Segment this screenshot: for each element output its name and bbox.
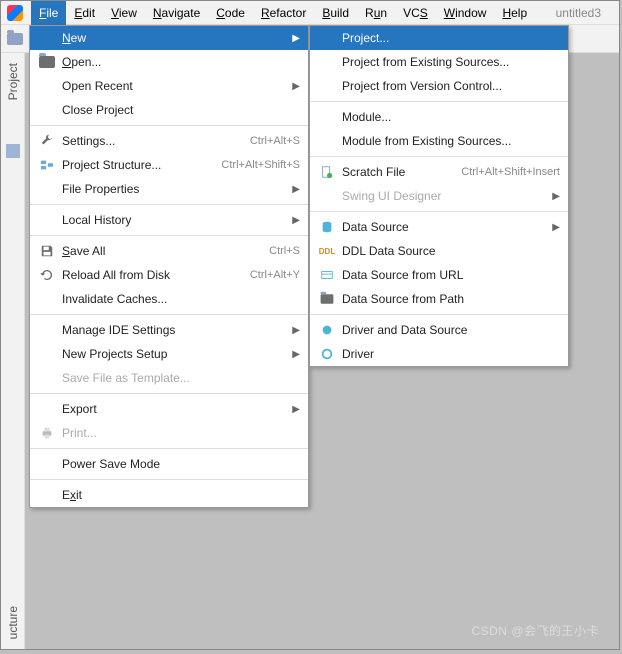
submenu-item-module-existing[interactable]: Module from Existing Sources... <box>310 129 568 153</box>
separator <box>310 101 568 102</box>
menu-item-local-history[interactable]: Local History ▶ <box>30 208 308 232</box>
chevron-right-icon: ▶ <box>292 404 300 415</box>
menu-item-open-recent[interactable]: Open Recent ▶ <box>30 74 308 98</box>
chevron-right-icon: ▶ <box>552 191 560 202</box>
ide-window: File Edit View Navigate Code Refactor Bu… <box>0 0 620 650</box>
left-sidebar: Project ucture <box>1 53 25 649</box>
chevron-right-icon: ▶ <box>292 325 300 336</box>
menu-help[interactable]: Help <box>494 1 535 25</box>
separator <box>310 211 568 212</box>
watermark: CSDN @会飞的王小卡 <box>471 622 599 639</box>
folder-icon <box>321 294 334 304</box>
separator <box>30 204 308 205</box>
menu-item-project-structure[interactable]: Project Structure... Ctrl+Alt+Shift+S <box>30 153 308 177</box>
menu-build[interactable]: Build <box>314 1 357 25</box>
chevron-right-icon: ▶ <box>292 184 300 195</box>
submenu-item-data-source[interactable]: Data Source ▶ <box>310 215 568 239</box>
submenu-item-from-vcs[interactable]: Project from Version Control... <box>310 74 568 98</box>
open-folder-icon <box>39 56 55 68</box>
menu-item-file-properties[interactable]: File Properties ▶ <box>30 177 308 201</box>
submenu-item-from-existing[interactable]: Project from Existing Sources... <box>310 50 568 74</box>
menu-item-export[interactable]: Export ▶ <box>30 397 308 421</box>
menu-vcs[interactable]: VCS <box>395 1 436 25</box>
menu-edit[interactable]: Edit <box>66 1 103 25</box>
sidebar-icon[interactable] <box>6 144 20 158</box>
menu-item-close-project[interactable]: Close Project <box>30 98 308 122</box>
driver-ds-icon <box>320 323 334 337</box>
menu-code[interactable]: Code <box>208 1 253 25</box>
app-icon <box>7 5 23 21</box>
menu-bar: File Edit View Navigate Code Refactor Bu… <box>1 1 619 25</box>
menu-refactor[interactable]: Refactor <box>253 1 314 25</box>
submenu-item-module[interactable]: Module... <box>310 105 568 129</box>
file-dropdown: New ▶ Open... Open Recent ▶ Close Projec… <box>29 25 309 508</box>
separator <box>310 314 568 315</box>
print-icon <box>40 426 54 440</box>
separator <box>30 125 308 126</box>
menu-item-open[interactable]: Open... <box>30 50 308 74</box>
submenu-item-project[interactable]: Project... <box>310 26 568 50</box>
menu-file[interactable]: File <box>31 1 66 25</box>
chevron-right-icon: ▶ <box>292 81 300 92</box>
submenu-item-ds-path[interactable]: Data Source from Path <box>310 287 568 311</box>
submenu-item-driver[interactable]: Driver <box>310 342 568 366</box>
menu-item-power-save[interactable]: Power Save Mode <box>30 452 308 476</box>
wrench-icon <box>40 134 54 148</box>
new-submenu: Project... Project from Existing Sources… <box>309 25 569 367</box>
menu-view[interactable]: View <box>103 1 145 25</box>
ddl-icon: DDL <box>319 247 335 256</box>
menu-item-reload[interactable]: Reload All from Disk Ctrl+Alt+Y <box>30 263 308 287</box>
chevron-right-icon: ▶ <box>292 215 300 226</box>
separator <box>30 235 308 236</box>
database-icon <box>320 220 334 234</box>
driver-icon <box>320 347 334 361</box>
menu-navigate[interactable]: Navigate <box>145 1 208 25</box>
submenu-item-ds-url[interactable]: Data Source from URL <box>310 263 568 287</box>
menu-item-new[interactable]: New ▶ <box>30 26 308 50</box>
submenu-item-scratch[interactable]: Scratch File Ctrl+Alt+Shift+Insert <box>310 160 568 184</box>
sidebar-tab-project[interactable]: Project <box>4 59 22 104</box>
sidebar-tab-structure[interactable]: ucture <box>4 602 22 643</box>
menu-item-manage-ide[interactable]: Manage IDE Settings ▶ <box>30 318 308 342</box>
separator <box>310 156 568 157</box>
submenu-item-swing: Swing UI Designer ▶ <box>310 184 568 208</box>
menu-item-invalidate[interactable]: Invalidate Caches... <box>30 287 308 311</box>
menu-window[interactable]: Window <box>436 1 495 25</box>
separator <box>30 479 308 480</box>
submenu-item-driver-ds[interactable]: Driver and Data Source <box>310 318 568 342</box>
separator <box>30 314 308 315</box>
submenu-item-ddl[interactable]: DDL DDL Data Source <box>310 239 568 263</box>
structure-icon <box>40 158 54 172</box>
chevron-right-icon: ▶ <box>552 222 560 233</box>
folder-icon <box>7 33 23 45</box>
project-name-label: untitled3 <box>556 6 601 20</box>
url-icon <box>320 268 334 282</box>
menu-item-exit[interactable]: Exit <box>30 483 308 507</box>
menu-item-settings[interactable]: Settings... Ctrl+Alt+S <box>30 129 308 153</box>
menu-item-print: Print... <box>30 421 308 445</box>
chevron-right-icon: ▶ <box>292 33 300 44</box>
reload-icon <box>40 268 54 282</box>
menu-run[interactable]: Run <box>357 1 395 25</box>
menu-item-save-template: Save File as Template... <box>30 366 308 390</box>
menu-item-save-all[interactable]: Save All Ctrl+S <box>30 239 308 263</box>
menu-item-new-projects-setup[interactable]: New Projects Setup ▶ <box>30 342 308 366</box>
save-icon <box>40 244 54 258</box>
scratch-file-icon <box>320 165 334 179</box>
separator <box>30 448 308 449</box>
separator <box>30 393 308 394</box>
chevron-right-icon: ▶ <box>292 349 300 360</box>
